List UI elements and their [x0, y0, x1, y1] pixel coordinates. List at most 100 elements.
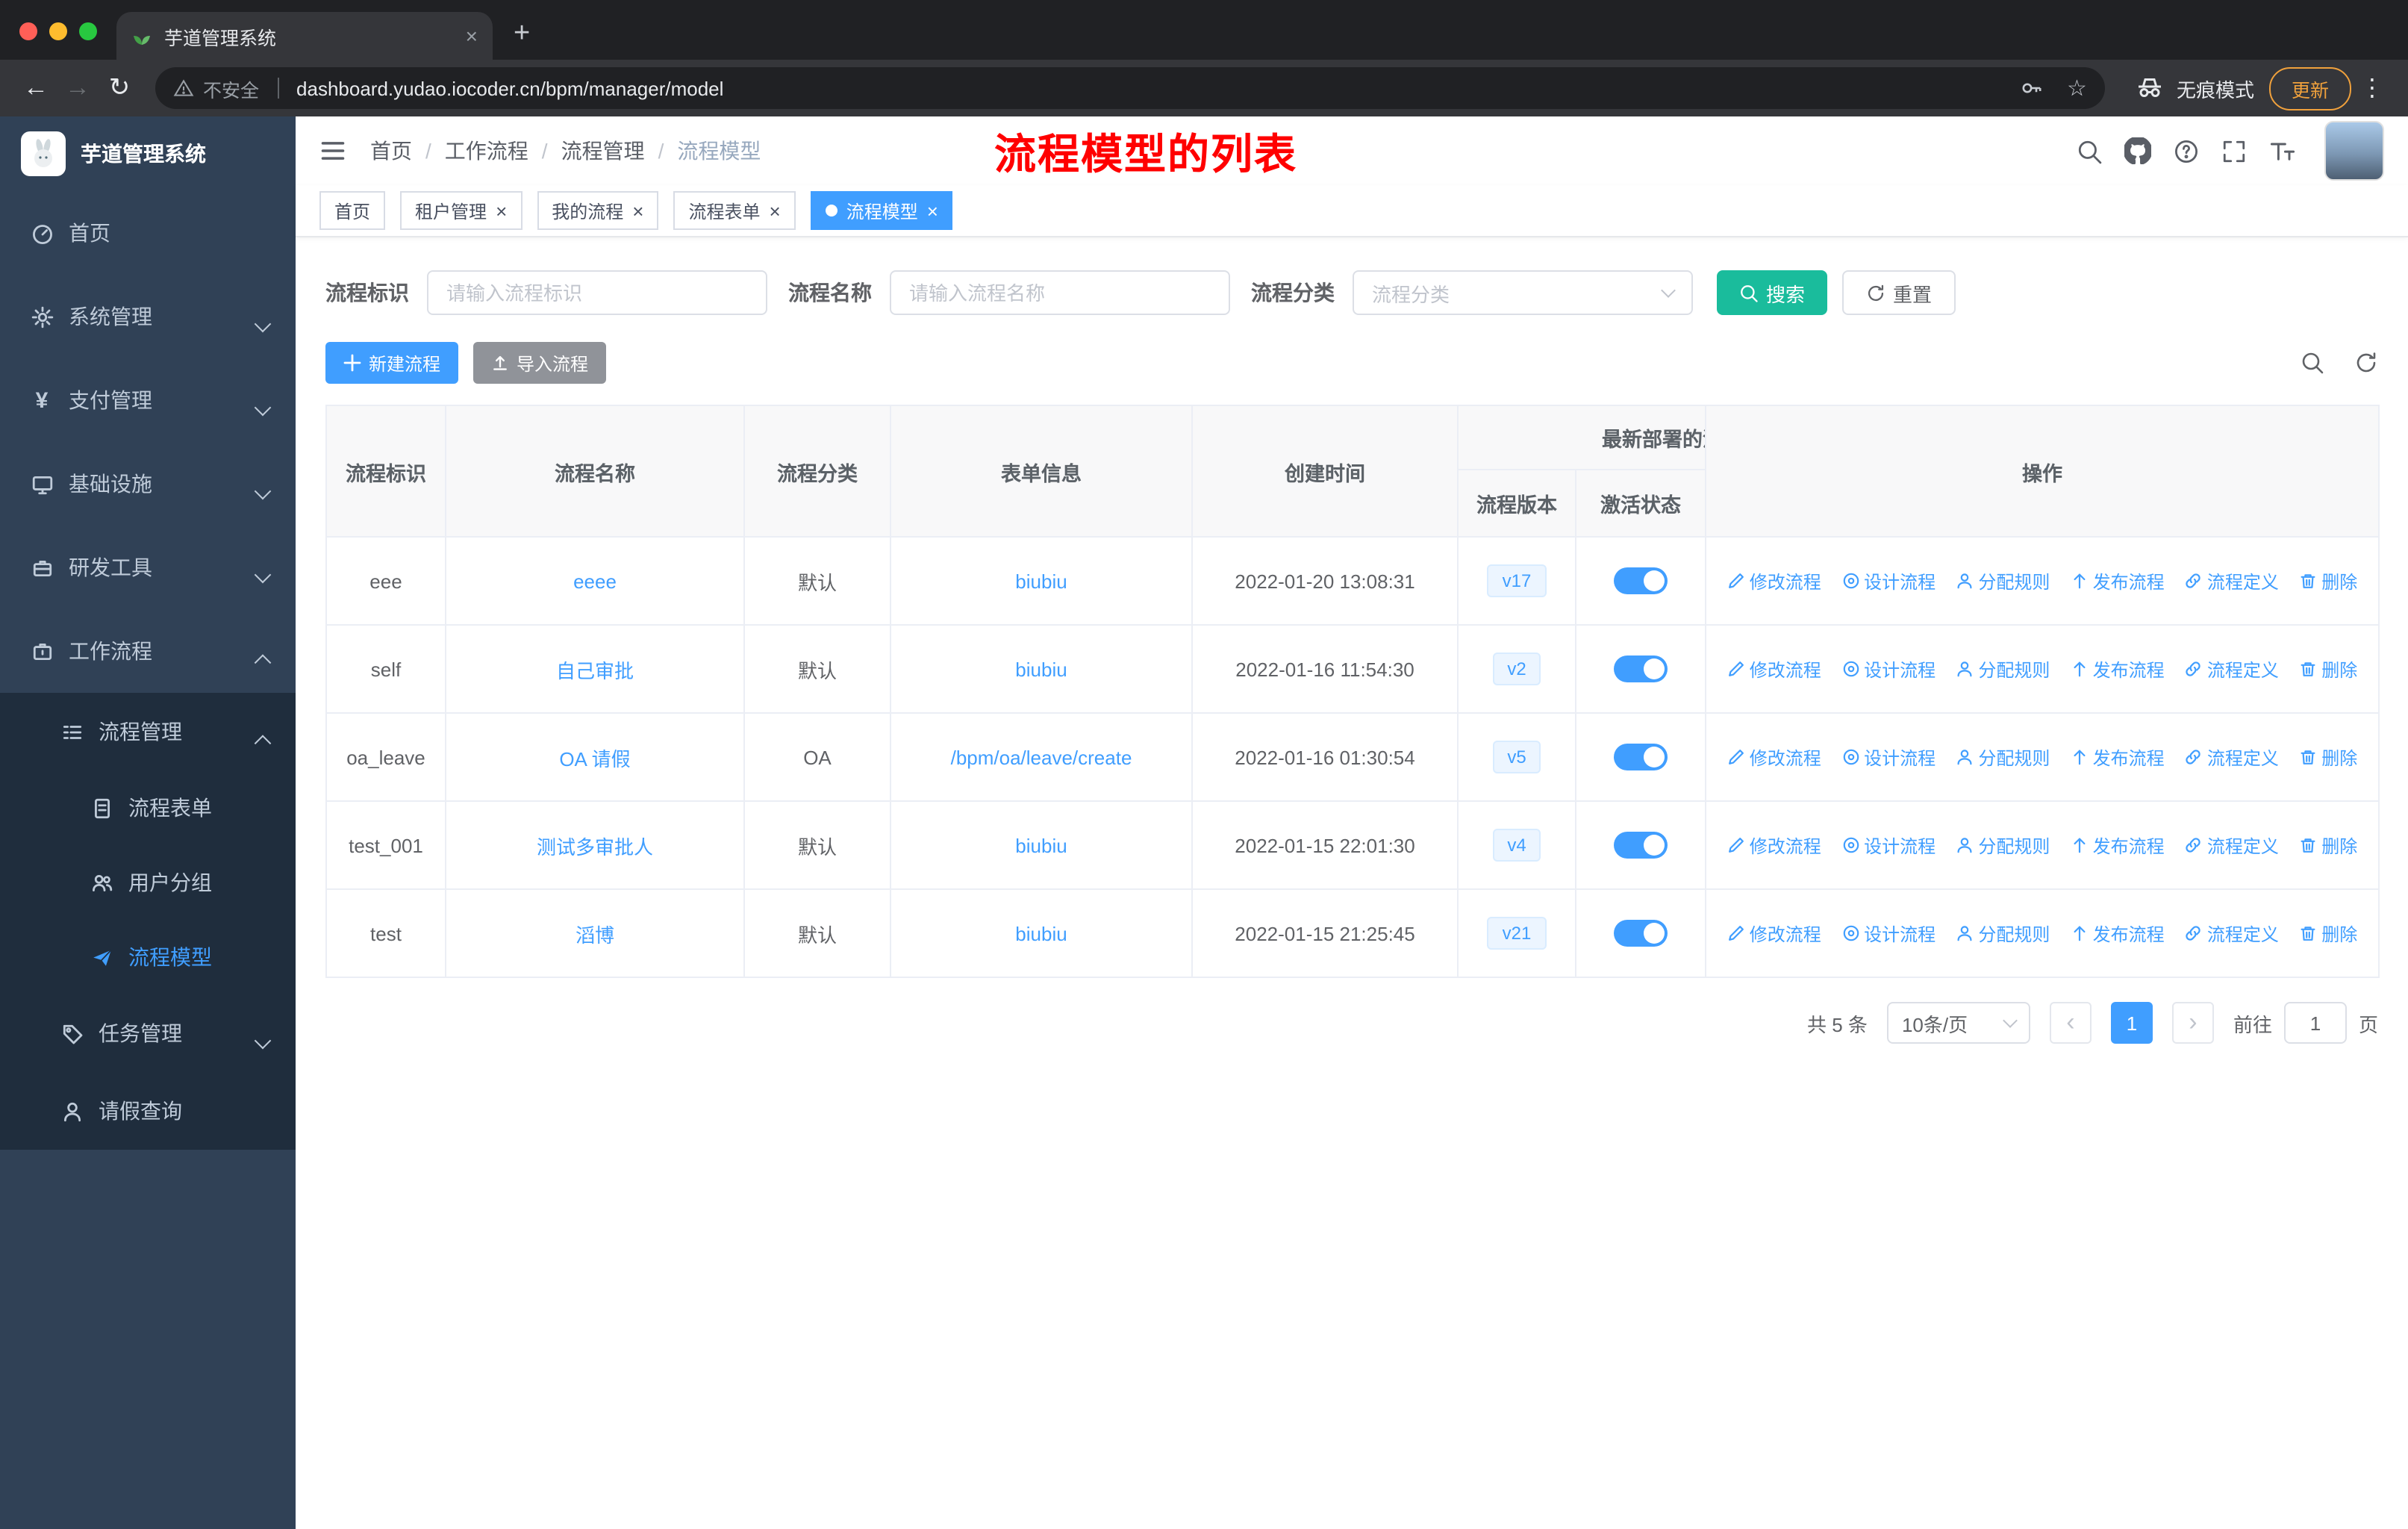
form-info-link[interactable]: biubiu — [1015, 570, 1067, 592]
sidebar-item-payment[interactable]: ¥ 支付管理 — [0, 358, 296, 442]
publish-process-link[interactable]: 发布流程 — [2071, 744, 2165, 770]
sidebar-item-infra[interactable]: 基础设施 — [0, 442, 296, 526]
close-icon[interactable]: × — [770, 201, 781, 220]
version-badge[interactable]: v5 — [1492, 740, 1541, 774]
design-process-link[interactable]: 设计流程 — [1841, 832, 1936, 858]
version-badge[interactable]: v2 — [1492, 652, 1541, 686]
prev-page-button[interactable]: ‹ — [2049, 1002, 2092, 1044]
publish-process-link[interactable]: 发布流程 — [2071, 832, 2165, 858]
hamburger-icon[interactable] — [319, 137, 346, 164]
active-toggle-on[interactable] — [1614, 832, 1668, 859]
active-toggle-on[interactable] — [1614, 567, 1668, 594]
user-avatar[interactable] — [2324, 121, 2384, 181]
process-definition-link[interactable]: 流程定义 — [2185, 921, 2279, 946]
reset-button[interactable]: 重置 — [1842, 270, 1956, 315]
delete-process-link[interactable]: 删除 — [2299, 921, 2357, 946]
refresh-table-icon[interactable] — [2354, 351, 2378, 375]
delete-process-link[interactable]: 删除 — [2299, 568, 2357, 594]
publish-process-link[interactable]: 发布流程 — [2071, 921, 2165, 946]
process-definition-link[interactable]: 流程定义 — [2185, 832, 2279, 858]
minimize-window-button[interactable] — [49, 22, 67, 40]
modify-process-link[interactable]: 修改流程 — [1727, 568, 1821, 594]
process-name-input[interactable] — [890, 270, 1230, 315]
search-button[interactable]: 搜索 — [1717, 270, 1828, 315]
close-icon[interactable]: × — [927, 201, 938, 220]
process-definition-link[interactable]: 流程定义 — [2185, 656, 2279, 682]
close-icon[interactable]: × — [632, 201, 643, 220]
modify-process-link[interactable]: 修改流程 — [1727, 921, 1821, 946]
sidebar-item-leave-query[interactable]: 请假查询 — [0, 1072, 296, 1150]
version-badge[interactable]: v21 — [1487, 916, 1547, 950]
next-page-button[interactable]: › — [2171, 1002, 2214, 1044]
active-toggle-on[interactable] — [1614, 920, 1668, 947]
github-icon[interactable] — [2124, 137, 2151, 164]
process-name-link[interactable]: 测试多审批人 — [537, 835, 653, 858]
sidebar-item-system[interactable]: 系统管理 — [0, 275, 296, 358]
delete-process-link[interactable]: 删除 — [2299, 656, 2357, 682]
publish-process-link[interactable]: 发布流程 — [2071, 656, 2165, 682]
active-toggle-on[interactable] — [1614, 744, 1668, 770]
form-info-link[interactable]: biubiu — [1015, 834, 1067, 856]
sidebar-logo[interactable]: 芋道管理系统 — [0, 116, 296, 191]
page-size-select[interactable]: 10条/页 — [1886, 1002, 2030, 1044]
goto-page-input[interactable] — [2283, 1002, 2347, 1044]
sidebar-item-task-management[interactable]: 任务管理 — [0, 994, 296, 1072]
process-definition-link[interactable]: 流程定义 — [2185, 568, 2279, 594]
delete-process-link[interactable]: 删除 — [2299, 832, 2357, 858]
form-info-link[interactable]: biubiu — [1015, 922, 1067, 944]
version-badge[interactable]: v17 — [1487, 564, 1547, 598]
toggle-search-icon[interactable] — [2301, 351, 2324, 375]
current-page-button[interactable]: 1 — [2110, 1002, 2153, 1044]
version-badge[interactable]: v4 — [1492, 828, 1541, 862]
back-button[interactable]: ← — [15, 73, 57, 103]
import-process-button[interactable]: 导入流程 — [473, 342, 607, 384]
close-window-button[interactable] — [19, 22, 37, 40]
breadcrumb-home[interactable]: 首页 — [370, 136, 412, 166]
breadcrumb-process-management[interactable]: 流程管理 — [561, 136, 645, 166]
form-info-link[interactable]: /bpm/oa/leave/create — [951, 746, 1132, 768]
fullscreen-icon[interactable] — [2221, 138, 2247, 164]
tab-close-icon[interactable]: × — [466, 24, 478, 48]
tag-home[interactable]: 首页 — [319, 191, 386, 230]
form-info-link[interactable]: biubiu — [1015, 658, 1067, 680]
delete-process-link[interactable]: 删除 — [2299, 744, 2357, 770]
process-category-select[interactable]: 流程分类 — [1353, 270, 1693, 315]
reload-button[interactable]: ↻ — [99, 73, 140, 103]
font-size-icon[interactable] — [2269, 137, 2296, 164]
tag-process-form[interactable]: 流程表单 × — [673, 191, 796, 230]
tag-process-model-active[interactable]: 流程模型 × — [810, 191, 953, 230]
modify-process-link[interactable]: 修改流程 — [1727, 744, 1821, 770]
sidebar-item-process-model[interactable]: 流程模型 — [0, 920, 296, 994]
process-name-link[interactable]: OA 请假 — [559, 747, 630, 770]
assign-rule-link[interactable]: 分配规则 — [1956, 921, 2050, 946]
design-process-link[interactable]: 设计流程 — [1841, 921, 1936, 946]
browser-tab[interactable]: 芋道管理系统 × — [116, 12, 493, 60]
process-name-link[interactable]: 滔博 — [576, 924, 614, 946]
process-name-link[interactable]: eeee — [573, 570, 617, 592]
bookmark-star-icon[interactable]: ☆ — [2067, 75, 2087, 102]
address-bar[interactable]: 不安全 dashboard.yudao.iocoder.cn/bpm/manag… — [155, 67, 2105, 109]
password-key-icon[interactable] — [2019, 76, 2043, 100]
process-id-input[interactable] — [427, 270, 767, 315]
close-icon[interactable]: × — [496, 201, 507, 220]
publish-process-link[interactable]: 发布流程 — [2071, 568, 2165, 594]
design-process-link[interactable]: 设计流程 — [1841, 744, 1936, 770]
update-chrome-button[interactable]: 更新 — [2268, 66, 2351, 110]
modify-process-link[interactable]: 修改流程 — [1727, 656, 1821, 682]
process-definition-link[interactable]: 流程定义 — [2185, 744, 2279, 770]
help-icon[interactable] — [2174, 138, 2199, 164]
modify-process-link[interactable]: 修改流程 — [1727, 832, 1821, 858]
sidebar-item-home[interactable]: 首页 — [0, 191, 296, 275]
assign-rule-link[interactable]: 分配规则 — [1956, 656, 2050, 682]
browser-menu-icon[interactable]: ⋮ — [2360, 73, 2384, 103]
active-toggle-on[interactable] — [1614, 655, 1668, 682]
new-tab-button[interactable]: + — [514, 18, 530, 51]
sidebar-item-devtools[interactable]: 研发工具 — [0, 526, 296, 609]
process-name-link[interactable]: 自己审批 — [556, 659, 634, 682]
design-process-link[interactable]: 设计流程 — [1841, 568, 1936, 594]
security-indicator[interactable]: 不安全 — [173, 74, 259, 102]
assign-rule-link[interactable]: 分配规则 — [1956, 568, 2050, 594]
sidebar-item-process-management[interactable]: 流程管理 — [0, 693, 296, 770]
tag-my-process[interactable]: 我的流程 × — [537, 191, 659, 230]
breadcrumb-workflow[interactable]: 工作流程 — [445, 136, 528, 166]
